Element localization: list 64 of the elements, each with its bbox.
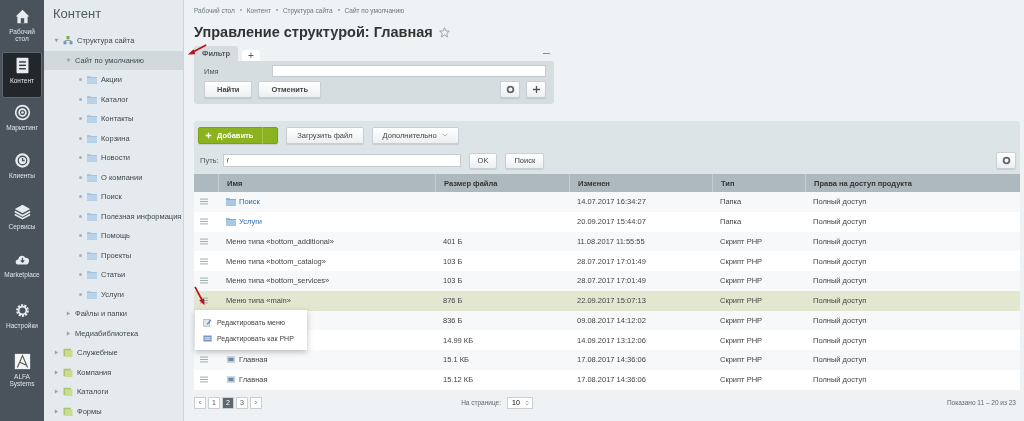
folder-icon bbox=[87, 133, 97, 143]
caret-icon bbox=[441, 133, 448, 137]
bullet-icon bbox=[79, 78, 82, 82]
folder-icon bbox=[87, 231, 97, 241]
expand-arrow-icon[interactable] bbox=[66, 311, 71, 317]
folder-icon bbox=[87, 94, 97, 104]
bullet-icon bbox=[79, 273, 82, 277]
star-icon[interactable] bbox=[438, 26, 450, 38]
folder-icon bbox=[87, 270, 97, 280]
bullet-icon bbox=[79, 117, 82, 121]
bullet-icon bbox=[79, 175, 82, 179]
bullet-icon bbox=[79, 214, 82, 218]
annotation-arrow bbox=[194, 286, 206, 306]
folder-icon bbox=[226, 217, 236, 227]
plus-icon bbox=[531, 85, 541, 94]
settings-button[interactable] bbox=[500, 81, 520, 98]
target-icon bbox=[13, 104, 31, 121]
bullet-icon bbox=[79, 97, 82, 101]
expand-arrow-icon[interactable] bbox=[54, 350, 59, 356]
expand-arrow-icon[interactable] bbox=[54, 369, 59, 375]
expand-arrow-icon[interactable] bbox=[54, 389, 59, 395]
bullet-icon bbox=[79, 156, 82, 160]
menu-icon[interactable] bbox=[200, 297, 208, 305]
page-icon bbox=[226, 355, 236, 365]
panel-title: Контент bbox=[52, 6, 103, 23]
logo-icon bbox=[13, 353, 31, 370]
bullet-icon bbox=[79, 253, 82, 257]
expand-arrow-icon[interactable] bbox=[66, 57, 71, 63]
expand-arrow-icon[interactable] bbox=[54, 408, 59, 414]
page-title: Управление структурой: Главная bbox=[194, 24, 433, 40]
bullet-icon bbox=[79, 292, 82, 296]
folder-icon bbox=[87, 192, 97, 202]
expand-arrow-icon[interactable] bbox=[54, 38, 59, 44]
gear-icon bbox=[505, 85, 515, 94]
name-input-field[interactable] bbox=[272, 65, 546, 77]
folder-icon bbox=[87, 153, 97, 163]
edit-icon bbox=[203, 317, 212, 327]
settings-icon bbox=[13, 302, 31, 319]
menu-icon[interactable] bbox=[200, 218, 208, 226]
layers-icon bbox=[13, 203, 31, 220]
gear-icon bbox=[1001, 156, 1011, 165]
plus-icon bbox=[205, 131, 212, 139]
site-structure-icon bbox=[63, 36, 73, 46]
folder-icon bbox=[87, 289, 97, 299]
stepper-icon bbox=[524, 399, 529, 406]
folder-icon bbox=[87, 114, 97, 124]
house-icon bbox=[13, 8, 31, 25]
folder-icon bbox=[87, 211, 97, 221]
menu-icon[interactable] bbox=[200, 376, 208, 384]
folder-icon bbox=[87, 250, 97, 260]
folder-icon bbox=[226, 197, 236, 207]
folder-icon bbox=[87, 172, 97, 182]
bullet-icon bbox=[79, 234, 82, 238]
add-filter-button[interactable] bbox=[526, 81, 546, 98]
file-code-icon bbox=[203, 333, 212, 343]
bullet-icon bbox=[79, 136, 82, 140]
clock-icon bbox=[13, 152, 31, 169]
filter-tab[interactable]: + bbox=[242, 50, 260, 61]
bullet-icon bbox=[79, 195, 82, 199]
menu-icon[interactable] bbox=[200, 257, 208, 265]
page-icon bbox=[226, 375, 236, 385]
settings-button[interactable] bbox=[996, 152, 1016, 169]
folder-icon bbox=[87, 75, 97, 85]
expand-arrow-icon[interactable] bbox=[66, 330, 71, 336]
